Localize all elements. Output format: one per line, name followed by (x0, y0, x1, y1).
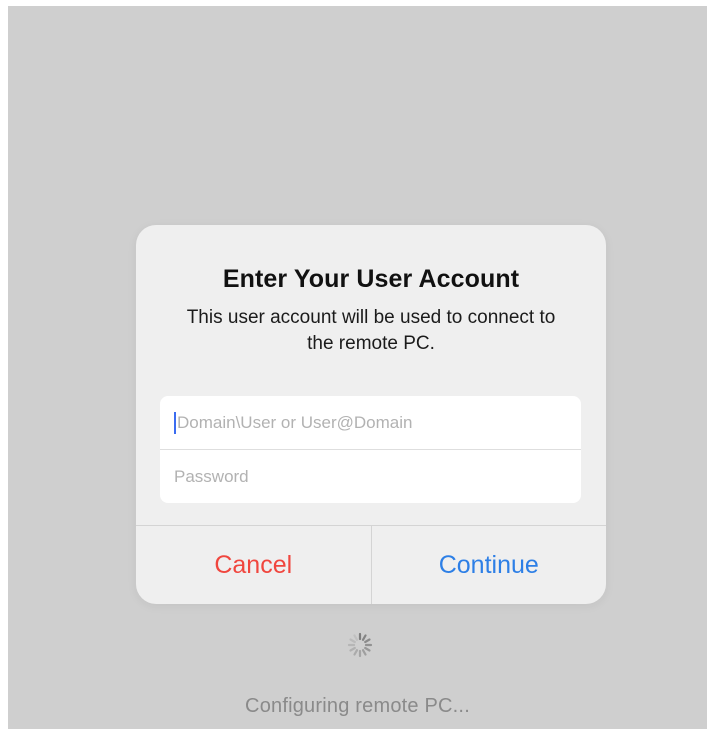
password-placeholder: Password (174, 466, 249, 486)
status-text: Configuring remote PC... (245, 695, 470, 717)
dialog-button-row: Cancel Continue (136, 525, 606, 604)
text-cursor (174, 411, 176, 434)
screen-background: Enter Your User Account This user accoun… (8, 6, 707, 729)
dialog-message: This user account will be used to connec… (186, 307, 556, 354)
dialog-title: Enter Your User Account (222, 265, 520, 293)
cancel-button[interactable]: Cancel (136, 526, 371, 604)
username-placeholder: Domain\User or User@Domain (177, 412, 413, 432)
credential-fields: Domain\User or User@Domain Password (160, 396, 581, 503)
activity-spinner-icon (347, 632, 373, 658)
password-field[interactable]: Password (160, 449, 581, 503)
continue-button[interactable]: Continue (370, 526, 607, 604)
user-account-dialog: Enter Your User Account This user accoun… (136, 225, 606, 604)
username-field[interactable]: Domain\User or User@Domain (160, 396, 581, 449)
